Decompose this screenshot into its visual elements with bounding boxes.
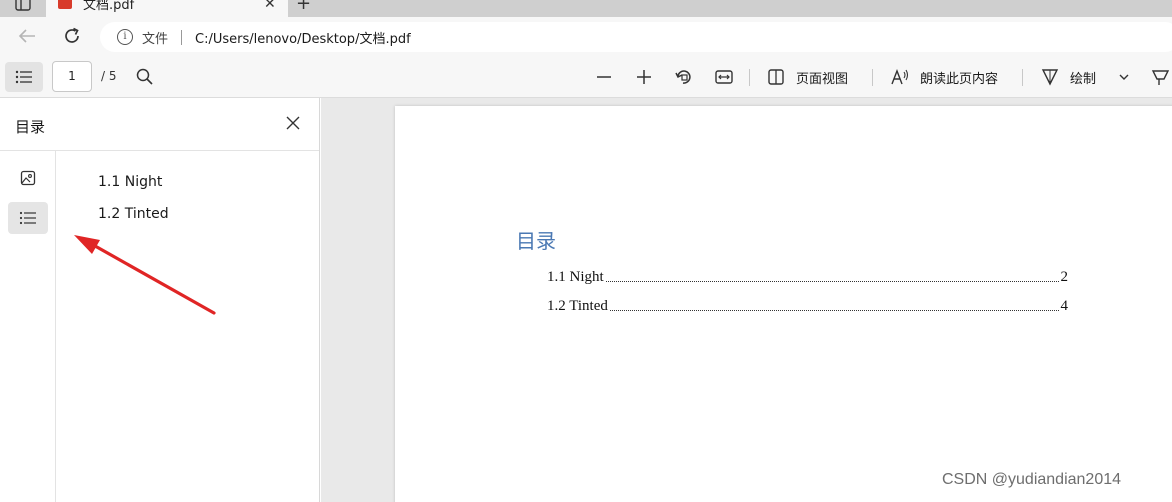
document-toc-entry-page: 2 xyxy=(1060,269,1069,285)
toolbar-divider xyxy=(1022,69,1023,86)
document-viewer[interactable]: 目录 1.1 Night 2 1.2 Tinted 4 xyxy=(321,98,1172,502)
image-icon xyxy=(20,170,36,186)
pdf-file-icon xyxy=(58,0,72,9)
omnibox[interactable]: i 文件 C:/Users/lenovo/Desktop/文档.pdf xyxy=(100,22,1172,52)
document-toc-entry-page: 4 xyxy=(1060,298,1069,314)
omnibox-divider xyxy=(181,30,182,45)
page-number-input[interactable]: 1 xyxy=(52,61,92,92)
zoom-in-icon[interactable] xyxy=(634,67,654,87)
contents-button[interactable] xyxy=(8,202,48,234)
site-label: 文件 xyxy=(142,32,169,47)
sidebar-header: 目录 xyxy=(0,98,319,151)
fit-width-icon[interactable] xyxy=(714,67,734,87)
active-tab[interactable]: 文档.pdf ✕ xyxy=(46,0,288,17)
draw-icon[interactable] xyxy=(1040,67,1060,87)
pdf-page: 目录 1.1 Night 2 1.2 Tinted 4 xyxy=(395,106,1172,502)
tab-strip: 文档.pdf ✕ + xyxy=(0,0,1172,17)
document-toc-entry[interactable]: 1.2 Tinted 4 xyxy=(547,295,1068,315)
page-total: / 5 xyxy=(101,69,117,83)
tab-close-button[interactable]: ✕ xyxy=(264,0,276,12)
sidebar-title: 目录 xyxy=(15,118,46,136)
url-text[interactable]: C:/Users/lenovo/Desktop/文档.pdf xyxy=(195,28,411,47)
read-aloud-icon[interactable] xyxy=(890,67,910,87)
document-toc-entry[interactable]: 1.1 Night 2 xyxy=(547,266,1068,286)
document-toc-heading: 目录 xyxy=(516,229,556,253)
search-icon[interactable] xyxy=(135,67,155,87)
address-bar: i 文件 C:/Users/lenovo/Desktop/文档.pdf xyxy=(0,17,1172,57)
watermark: CSDN @yudiandian2014 xyxy=(942,471,1122,488)
dot-leader xyxy=(609,310,1059,311)
tab-title: 文档.pdf xyxy=(83,0,135,13)
site-info-icon[interactable]: i xyxy=(117,29,133,45)
list-icon xyxy=(19,211,36,225)
dot-leader xyxy=(605,281,1059,282)
toc-item[interactable]: 1.1 Night xyxy=(98,174,162,190)
zoom-out-icon[interactable] xyxy=(594,67,614,87)
draw-button[interactable]: 绘制 xyxy=(1070,68,1096,87)
toolbar-divider xyxy=(872,69,873,86)
chevron-down-icon[interactable] xyxy=(1114,67,1134,87)
sidebar-rail xyxy=(0,151,56,502)
list-icon xyxy=(15,70,32,84)
sidebar-panel-icon xyxy=(15,0,31,11)
close-icon[interactable] xyxy=(284,114,302,132)
toolbar-divider xyxy=(749,69,750,86)
back-arrow-icon[interactable] xyxy=(16,25,38,47)
vertical-tabs-button[interactable] xyxy=(0,0,46,17)
document-toc-entry-label: 1.1 Night xyxy=(547,269,604,285)
contents-sidebar: 目录 1.1 Night 1.2 Tinted xyxy=(0,98,320,502)
refresh-icon[interactable] xyxy=(61,25,83,47)
new-tab-button[interactable]: + xyxy=(296,0,311,14)
rotate-icon[interactable] xyxy=(674,67,694,87)
thumbnails-button[interactable] xyxy=(8,163,48,193)
toc-item[interactable]: 1.2 Tinted xyxy=(98,206,169,222)
contents-toggle-button[interactable] xyxy=(5,62,43,92)
page-view-button[interactable]: 页面视图 xyxy=(796,68,848,87)
read-aloud-button[interactable]: 朗读此页内容 xyxy=(920,68,998,87)
highlight-icon[interactable] xyxy=(1150,67,1170,87)
page-view-icon[interactable] xyxy=(766,67,786,87)
pdf-toolbar: 1 / 5 页面视图 朗读此页内容 绘制 xyxy=(0,57,1172,98)
document-toc-entry-label: 1.2 Tinted xyxy=(547,298,608,314)
